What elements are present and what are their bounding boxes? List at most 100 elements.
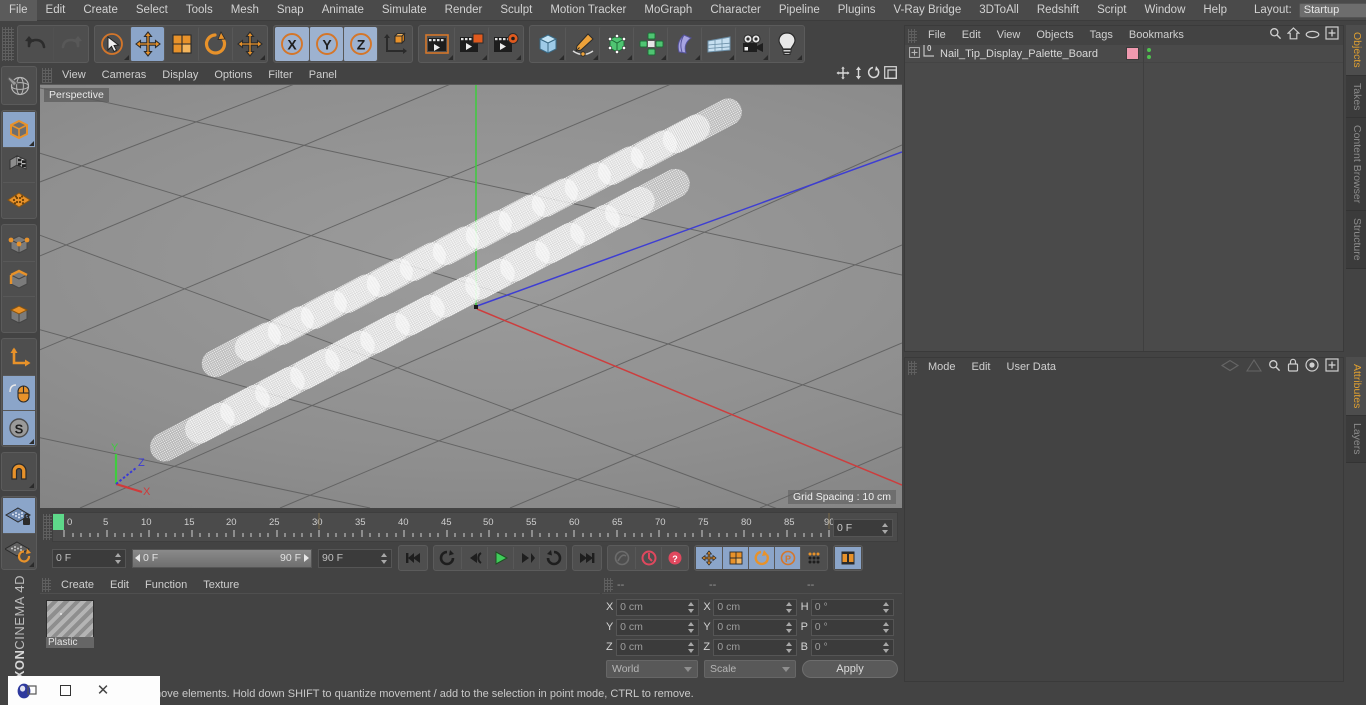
spline-pen-button[interactable] [565, 26, 599, 61]
maximize-window-icon[interactable] [46, 685, 84, 696]
menu-item-script[interactable]: Script [1088, 0, 1135, 21]
material-item[interactable]: Plastic [46, 600, 94, 648]
step-back-icon[interactable] [461, 547, 487, 569]
axis-lock-y-button[interactable]: Y [309, 26, 343, 61]
spinner-icon[interactable] [785, 641, 793, 654]
menu-item-3dtoall[interactable]: 3DToAll [970, 0, 1028, 21]
menu-item-edit[interactable]: Edit [37, 0, 75, 21]
menu-item-simulate[interactable]: Simulate [373, 0, 436, 21]
move-tool-duplicate[interactable] [232, 26, 266, 61]
size-y-field[interactable]: 0 cm [713, 618, 797, 636]
tab-takes[interactable]: Takes [1346, 75, 1366, 119]
range-right-handle-icon[interactable] [304, 554, 309, 562]
size-z-field[interactable]: 0 cm [713, 638, 797, 656]
menu-item-pipeline[interactable]: Pipeline [770, 0, 829, 21]
tab-content-browser[interactable]: Content Browser [1346, 118, 1366, 212]
edges-mode-icon[interactable] [3, 261, 35, 296]
frame-end-field[interactable]: 90 F [318, 548, 392, 568]
material-menu-edit[interactable]: Edit [102, 576, 137, 594]
menu-item-mograph[interactable]: MoGraph [635, 0, 701, 21]
texture-mode-icon[interactable] [3, 147, 35, 182]
material-menu-create[interactable]: Create [53, 576, 102, 594]
menu-item-mesh[interactable]: Mesh [222, 0, 268, 21]
menu-item-help[interactable]: Help [1194, 0, 1236, 21]
scale-key-icon[interactable] [722, 547, 748, 569]
go-to-end-icon[interactable] [574, 547, 600, 569]
tab-layers[interactable]: Layers [1346, 416, 1366, 463]
lock-icon[interactable] [1287, 358, 1299, 377]
add-icon[interactable] [1325, 358, 1339, 377]
make-editable-icon[interactable] [3, 68, 35, 103]
target-icon[interactable] [1305, 358, 1319, 377]
close-window-icon[interactable]: ✕ [84, 683, 122, 698]
menu-item-redshift[interactable]: Redshift [1028, 0, 1088, 21]
object-menu-bookmarks[interactable]: Bookmarks [1121, 26, 1192, 45]
attribute-manager-grip[interactable] [908, 360, 917, 375]
timeline-grip[interactable] [43, 514, 52, 540]
object-row-nail-tip-display-palette-board[interactable]: 0 Nail_Tip_Display_Palette_Board [905, 44, 1343, 63]
layout-dropdown[interactable]: Startup [1298, 2, 1366, 18]
scene-environment-button[interactable] [701, 26, 735, 61]
step-forward-icon[interactable] [513, 547, 539, 569]
magnet-icon[interactable] [3, 454, 35, 489]
position-z-field[interactable]: 0 cm [616, 638, 700, 656]
eye-icon[interactable] [1305, 27, 1320, 45]
go-to-start-icon[interactable] [400, 547, 426, 569]
menu-item-motion-tracker[interactable]: Motion Tracker [541, 0, 635, 21]
primitive-cube-button[interactable] [531, 27, 565, 61]
menu-item-tools[interactable]: Tools [177, 0, 222, 21]
position-x-field[interactable]: 0 cm [616, 598, 700, 616]
spinner-icon[interactable] [882, 522, 889, 535]
redo-button[interactable] [53, 26, 87, 61]
object-menu-objects[interactable]: Objects [1028, 26, 1081, 45]
viewport-solo-icon[interactable] [3, 375, 35, 410]
spinner-icon[interactable] [381, 552, 388, 565]
points-mode-icon[interactable] [3, 226, 35, 261]
autokey-icon[interactable] [609, 547, 635, 569]
live-selection-tool[interactable] [96, 27, 130, 61]
tab-objects[interactable]: Objects [1346, 25, 1366, 76]
menu-item-sculpt[interactable]: Sculpt [491, 0, 541, 21]
material-tag-icon[interactable] [1126, 47, 1139, 60]
viewport-menu-view[interactable]: View [54, 66, 94, 85]
c4d-app-icon[interactable] [8, 682, 46, 700]
render-region-button[interactable] [454, 26, 488, 61]
keyframe-selection-icon[interactable]: ? [661, 547, 687, 569]
axis-lock-x-button[interactable]: X [275, 26, 309, 61]
object-menu-edit[interactable]: Edit [954, 26, 989, 45]
snap-enable-icon[interactable]: S [3, 410, 35, 445]
history-back-icon[interactable] [1220, 359, 1240, 377]
object-axis-icon[interactable] [3, 340, 35, 375]
menu-item-snap[interactable]: Snap [268, 0, 313, 21]
parameter-key-icon[interactable]: P [774, 547, 800, 569]
spinner-icon[interactable] [785, 601, 793, 614]
spinner-icon[interactable] [115, 552, 122, 565]
material-menu-texture[interactable]: Texture [195, 576, 247, 594]
expand-toggle-icon[interactable] [909, 45, 920, 63]
menu-item-render[interactable]: Render [436, 0, 492, 21]
undo-button[interactable] [19, 27, 53, 61]
pan-icon[interactable] [836, 66, 850, 85]
range-left-handle-icon[interactable] [135, 554, 140, 562]
menu-item-animate[interactable]: Animate [313, 0, 373, 21]
camera-button[interactable] [735, 26, 769, 61]
viewport-menu-cameras[interactable]: Cameras [94, 66, 155, 85]
scale-tool[interactable] [164, 26, 198, 61]
search-icon[interactable] [1269, 27, 1282, 45]
object-manager-grip[interactable] [908, 28, 917, 43]
coordinates-grip[interactable] [604, 577, 613, 592]
record-keyframe-icon[interactable] [635, 547, 661, 569]
viewport-menu-display[interactable]: Display [154, 66, 206, 85]
rotation-b-field[interactable]: 0 ° [810, 638, 894, 656]
rotate-tool[interactable] [198, 26, 232, 61]
timeline-playhead[interactable] [53, 514, 64, 530]
workplane-lock-icon[interactable] [3, 498, 35, 533]
object-menu-tags[interactable]: Tags [1082, 26, 1121, 45]
object-menu-file[interactable]: File [920, 26, 954, 45]
preview-range-bar[interactable]: 0 F 90 F [132, 548, 312, 568]
render-settings-button[interactable] [488, 26, 522, 61]
spinner-icon[interactable] [882, 601, 890, 614]
timeline-icon[interactable] [835, 547, 861, 569]
world-object-coordinate-button[interactable] [377, 26, 411, 61]
rotation-h-field[interactable]: 0 ° [810, 598, 894, 616]
